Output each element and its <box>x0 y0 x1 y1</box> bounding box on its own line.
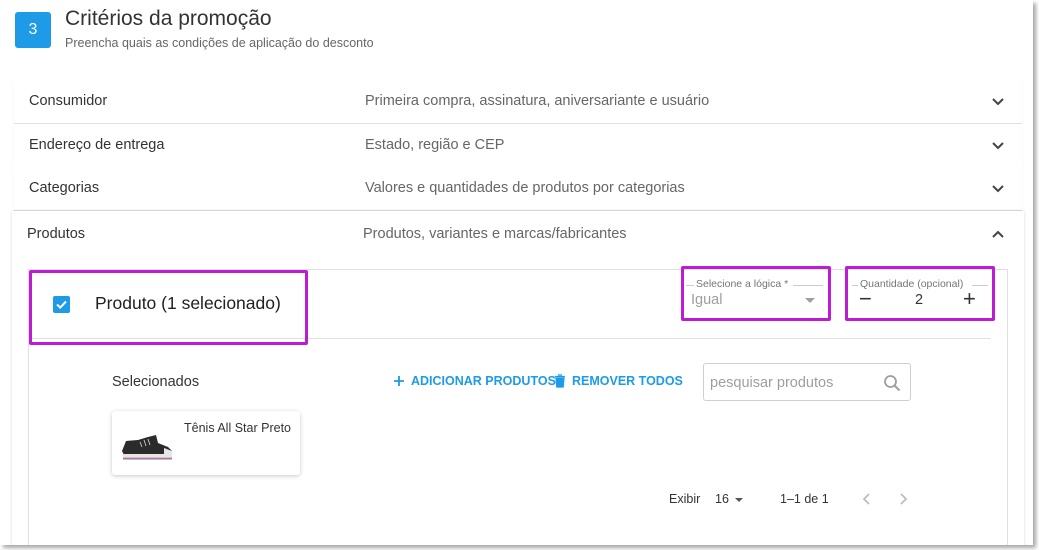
highlight-box <box>29 270 308 345</box>
pagination-range: 1–1 de 1 <box>780 492 829 506</box>
product-image <box>122 435 172 460</box>
chevron-down-icon[interactable] <box>990 137 1006 153</box>
search-icon[interactable] <box>883 374 901 392</box>
chevron-right-icon[interactable] <box>896 492 910 506</box>
highlight-box <box>681 266 831 321</box>
product-search[interactable] <box>703 363 911 401</box>
accordion-label: Endereço de entrega <box>29 137 165 153</box>
chevron-down-icon[interactable] <box>990 93 1006 109</box>
section-title: Critérios da promoção <box>65 7 272 30</box>
chevron-down-icon[interactable] <box>990 180 1006 196</box>
add-products-button[interactable]: ADICIONAR PRODUTOS <box>393 374 556 388</box>
section-subtitle: Preencha quais as condições de aplicação… <box>65 36 374 50</box>
add-icon <box>394 376 404 386</box>
accordion-description: Primeira compra, assinatura, aniversaria… <box>365 93 710 109</box>
page-size-label: Exibir <box>669 492 701 506</box>
accordion-description: Produtos, variantes e marcas/fabricantes <box>363 226 627 242</box>
accordion-categorias[interactable]: Categorias Valores e quantidades de prod… <box>14 167 1022 211</box>
page-size-value: 16 <box>715 492 729 506</box>
highlight-box <box>845 266 995 321</box>
accordion-description: Estado, região e CEP <box>365 137 505 153</box>
trash-icon <box>555 374 565 388</box>
accordion-endereco-entrega[interactable]: Endereço de entrega Estado, região e CEP <box>14 124 1022 168</box>
accordion-consumidor[interactable]: Consumidor Primeira compra, assinatura, … <box>14 80 1022 124</box>
accordion-description: Valores e quantidades de produtos por ca… <box>365 180 685 196</box>
accordion-label[interactable]: Produtos <box>27 226 85 242</box>
chevron-up-icon[interactable] <box>990 227 1006 243</box>
accordion-label: Categorias <box>29 180 100 196</box>
step-badge: 3 <box>15 12 51 48</box>
accordion-label: Consumidor <box>29 93 108 109</box>
remove-all-button[interactable]: REMOVER TODOS <box>554 374 683 388</box>
product-name: Tênis All Star Preto <box>184 421 291 435</box>
add-products-label: ADICIONAR PRODUTOS <box>411 374 556 388</box>
product-card[interactable]: Tênis All Star Preto <box>112 411 300 475</box>
chevron-left-icon[interactable] <box>860 492 874 506</box>
search-input[interactable] <box>710 373 875 393</box>
remove-all-label: REMOVER TODOS <box>572 374 683 388</box>
selected-label: Selecionados <box>112 374 200 390</box>
promotion-criteria-panel: 3 Critérios da promoção Preencha quais a… <box>0 0 1033 545</box>
caret-down-icon <box>735 498 743 502</box>
